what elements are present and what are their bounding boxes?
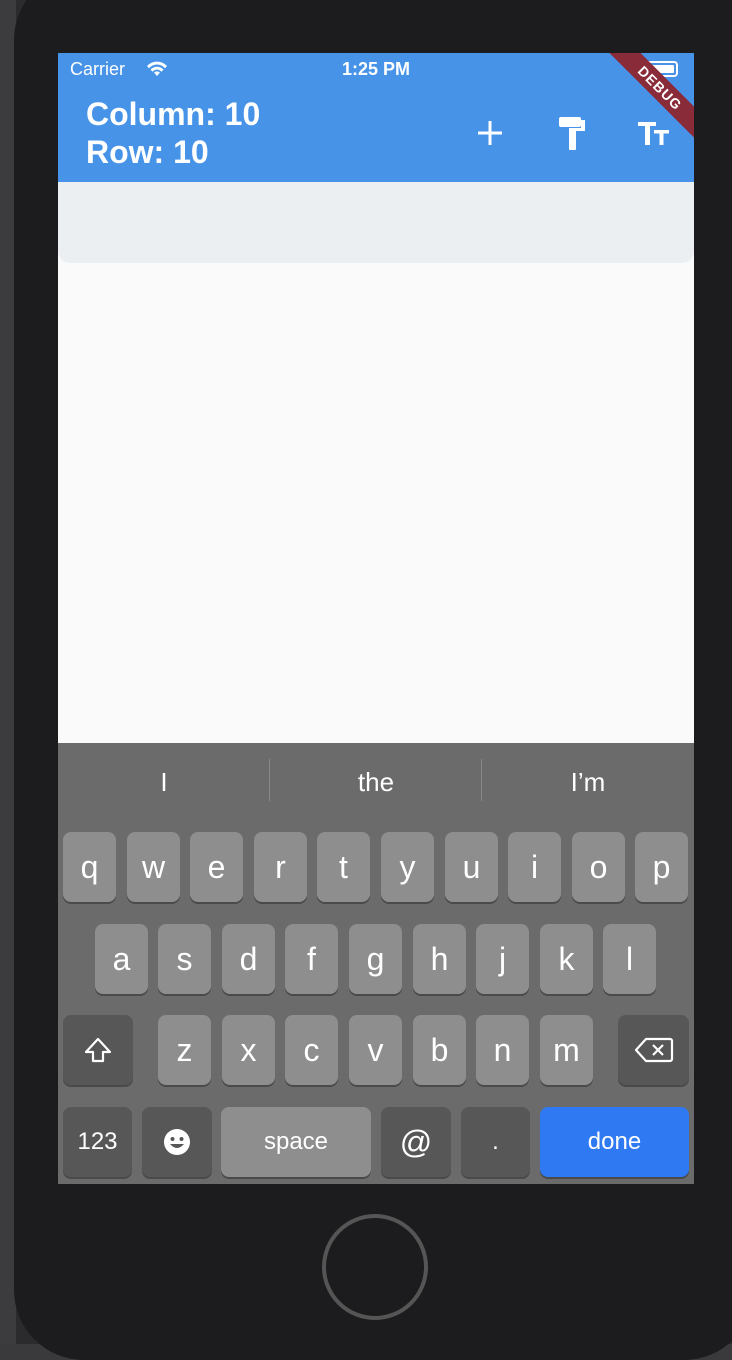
key-i[interactable]: i [508, 832, 561, 902]
key-y[interactable]: y [381, 832, 434, 902]
key-u[interactable]: u [445, 832, 498, 902]
text-input-field[interactable] [58, 182, 694, 263]
add-button[interactable] [470, 113, 510, 153]
key-j[interactable]: j [476, 924, 529, 994]
paint-roller-icon [559, 117, 585, 150]
key-z[interactable]: z [158, 1015, 211, 1085]
key-a[interactable]: a [95, 924, 148, 994]
backspace-key[interactable] [618, 1015, 689, 1085]
suggestion-2[interactable]: the [270, 767, 482, 798]
text-size-button[interactable] [634, 113, 674, 153]
suggestion-bar: I the I’m [58, 743, 694, 827]
text-size-icon [638, 122, 669, 145]
suggestion-1[interactable]: I [58, 767, 270, 798]
keyboard: I the I’m q w e r t y u i o p a s d f g … [58, 743, 694, 1184]
key-f[interactable]: f [285, 924, 338, 994]
add-icon [478, 121, 502, 145]
period-key[interactable]: . [461, 1107, 530, 1177]
page-title: Column: 10 Row: 10 [86, 95, 260, 171]
shift-key[interactable] [63, 1015, 133, 1085]
title-column: Column: 10 [86, 96, 261, 132]
space-key[interactable]: space [221, 1107, 371, 1177]
shift-icon [84, 1037, 112, 1063]
at-key[interactable]: @ [381, 1107, 451, 1177]
key-g[interactable]: g [349, 924, 402, 994]
key-o[interactable]: o [572, 832, 625, 902]
key-t[interactable]: t [317, 832, 370, 902]
home-button[interactable] [322, 1214, 428, 1320]
key-d[interactable]: d [222, 924, 275, 994]
key-w[interactable]: w [127, 832, 180, 902]
numbers-key[interactable]: 123 [63, 1107, 132, 1177]
format-paint-button[interactable] [552, 113, 592, 153]
status-time: 1:25 PM [341, 59, 411, 79]
key-n[interactable]: n [476, 1015, 529, 1085]
key-r[interactable]: r [254, 832, 307, 902]
title-row: Row: 10 [86, 134, 209, 170]
app-bar: Carrier 1:25 PM Column: 10 Row: 10 DEBUG [58, 53, 694, 182]
key-c[interactable]: c [285, 1015, 338, 1085]
emoji-key[interactable] [142, 1107, 212, 1177]
key-h[interactable]: h [413, 924, 466, 994]
key-b[interactable]: b [413, 1015, 466, 1085]
backspace-icon [634, 1037, 673, 1063]
key-v[interactable]: v [349, 1015, 402, 1085]
key-p[interactable]: p [635, 832, 688, 902]
key-e[interactable]: e [190, 832, 243, 902]
key-q[interactable]: q [63, 832, 116, 902]
key-l[interactable]: l [603, 924, 656, 994]
key-m[interactable]: m [540, 1015, 593, 1085]
key-s[interactable]: s [158, 924, 211, 994]
key-k[interactable]: k [540, 924, 593, 994]
status-bar: Carrier 1:25 PM [70, 59, 682, 83]
phone-screen: Carrier 1:25 PM Column: 10 Row: 10 DEBUG… [58, 53, 694, 1184]
done-key[interactable]: done [540, 1107, 689, 1177]
suggestion-3[interactable]: I’m [482, 767, 694, 798]
key-x[interactable]: x [222, 1015, 275, 1085]
emoji-icon [164, 1129, 190, 1155]
